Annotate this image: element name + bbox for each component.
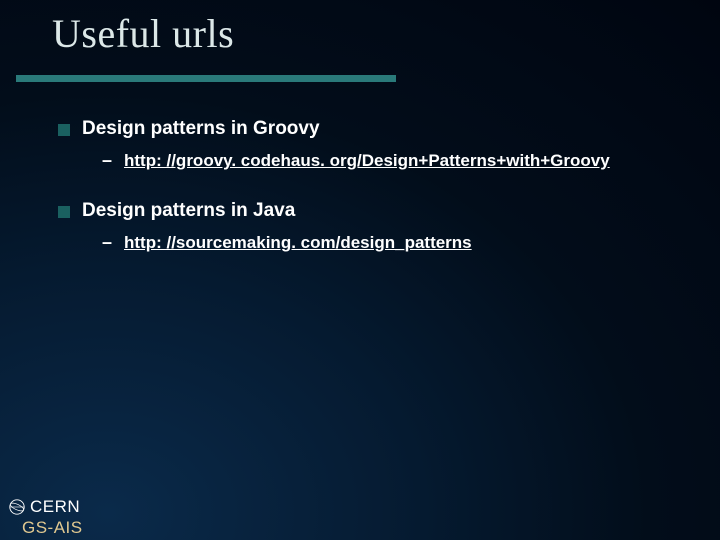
footer-org-name: CERN [30,497,80,517]
dash-icon: – [102,232,112,254]
bullet-item-java: Design patterns in Java – http: //source… [58,200,700,254]
bullet-heading: Design patterns in Java [58,200,700,222]
bullet-heading: Design patterns in Groovy [58,118,700,140]
title-underline [16,75,396,82]
sub-bullet: – http: //groovy. codehaus. org/Design+P… [58,140,700,172]
dash-icon: – [102,150,112,172]
cern-logo-icon [8,498,26,516]
bullet-icon [58,206,70,218]
content-area: Design patterns in Groovy – http: //groo… [0,82,720,254]
bullet-icon [58,124,70,136]
bullet-label: Design patterns in Groovy [82,118,320,140]
slide-title: Useful urls [0,0,720,57]
link-groovy-patterns[interactable]: http: //groovy. codehaus. org/Design+Pat… [124,150,610,172]
slide: Useful urls Design patterns in Groovy – … [0,0,720,540]
link-java-patterns[interactable]: http: //sourcemaking. com/design_pattern… [124,232,472,254]
footer-dept: GS-AIS [8,517,83,540]
bullet-label: Design patterns in Java [82,200,295,222]
footer-org-row: CERN [8,497,83,517]
sub-bullet: – http: //sourcemaking. com/design_patte… [58,222,700,254]
bullet-item-groovy: Design patterns in Groovy – http: //groo… [58,118,700,172]
footer: CERN GS-AIS [8,497,83,540]
